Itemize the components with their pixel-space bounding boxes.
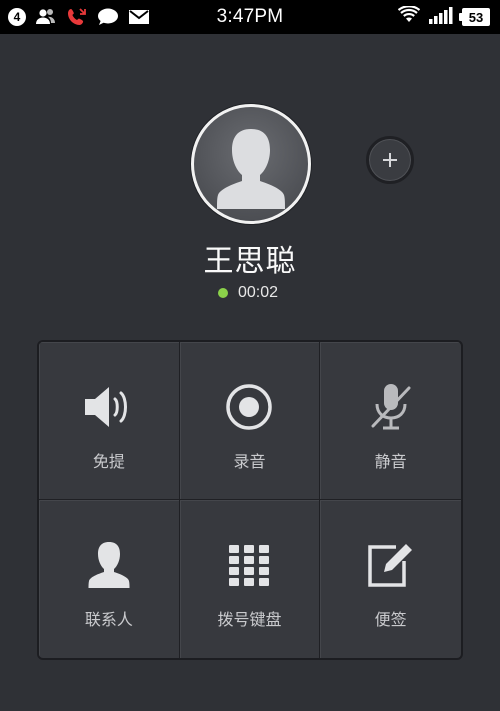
dialpad-button[interactable]: 拨号键盘 (180, 500, 321, 658)
caller-avatar (191, 104, 311, 224)
record-button[interactable]: 录音 (179, 342, 321, 500)
system-icons: 53 (397, 5, 490, 28)
call-duration: 00:02 (237, 284, 279, 301)
dialpad-label: 拨号键盘 (217, 610, 282, 629)
add-contact-button[interactable] (366, 136, 414, 184)
person-silhouette-icon (217, 129, 285, 209)
signal-icon (428, 6, 454, 28)
caller-name: 王思聪 (203, 244, 297, 279)
speaker-label: 免提 (92, 452, 125, 471)
record-label: 录音 (233, 452, 266, 471)
mute-icon (369, 382, 413, 432)
record-icon (225, 382, 273, 432)
note-button[interactable]: 便签 (320, 500, 461, 658)
speaker-icon (83, 382, 135, 432)
contacts-label: 联系人 (84, 610, 133, 629)
mute-button[interactable]: 静音 (320, 342, 461, 500)
battery-icon: 53 (459, 8, 490, 26)
contacts-button[interactable]: 联系人 (39, 500, 180, 658)
plus-icon (383, 153, 397, 167)
call-timer: 00:02 (0, 284, 500, 302)
note-icon (366, 540, 416, 590)
note-label: 便签 (374, 610, 407, 629)
status-bar: 4 3:47PM 53 (0, 0, 500, 34)
speaker-button[interactable]: 免提 (39, 342, 180, 500)
mute-label: 静音 (374, 452, 407, 471)
call-active-dot (217, 288, 228, 298)
contact-icon (85, 540, 133, 590)
wifi-icon (397, 5, 421, 28)
dialpad-icon (227, 540, 271, 590)
in-call-controls: 免提 录音 静音 联系人 拨号键盘 便签 (37, 340, 463, 660)
